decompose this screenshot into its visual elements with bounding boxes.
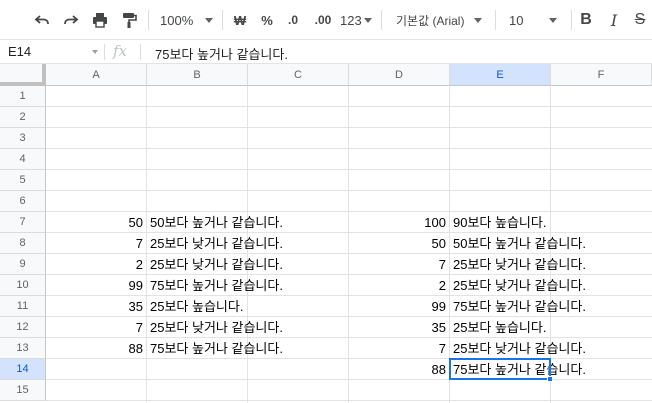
toolbar-divider (495, 10, 496, 30)
chevron-down-icon[interactable] (92, 50, 98, 54)
cell-text[interactable]: 25보다 낮거나 같습니다. (147, 233, 283, 254)
strikethrough-button[interactable]: S (632, 8, 648, 32)
cell-text[interactable]: 75보다 높거나 같습니다. (450, 296, 586, 317)
row-header[interactable]: 6 (0, 191, 46, 212)
row-header[interactable]: 9 (0, 254, 46, 275)
toolbar-divider (222, 10, 223, 30)
currency-format-button[interactable]: ₩ (231, 8, 249, 32)
grid-line (46, 169, 652, 170)
cell-text[interactable]: 25보다 낮거나 같습니다. (450, 254, 586, 275)
increase-decimal-button[interactable]: .00 (311, 8, 335, 32)
row-header[interactable]: 8 (0, 233, 46, 254)
font-size-select[interactable]: 10 (509, 8, 565, 32)
formula-divider (104, 44, 105, 60)
sheet-grid[interactable]: A B C D E F 1 2 3 4 5 6 7 8 9 10 11 12 13 14 15 50 7 2 99 35 7 88 50… (0, 64, 652, 403)
column-header-a[interactable]: A (46, 64, 147, 86)
toolbar-divider (148, 10, 149, 30)
undo-icon[interactable] (30, 8, 54, 32)
cell-value[interactable]: 7 (46, 317, 146, 338)
select-all-corner[interactable] (0, 64, 46, 86)
row-header[interactable]: 14 (0, 359, 46, 380)
formula-bar: E14 fx 75보다 높거나 같습니다. (0, 40, 652, 64)
selected-cell-outline (449, 358, 551, 380)
cell-value[interactable]: 99 (46, 275, 146, 296)
row-header[interactable]: 13 (0, 338, 46, 359)
print-icon[interactable] (88, 8, 112, 32)
zoom-value: 100% (160, 12, 194, 28)
cell-text[interactable]: 25보다 높습니다. (450, 317, 546, 338)
cell-value[interactable]: 35 (349, 317, 449, 338)
grid-line (46, 400, 652, 401)
row-header[interactable]: 15 (0, 380, 46, 401)
cell-text[interactable]: 90보다 높습니다. (450, 212, 546, 233)
cell-text[interactable]: 25보다 낮거나 같습니다. (147, 254, 283, 275)
cell-text[interactable]: 75보다 높거나 같습니다. (147, 275, 283, 296)
cell-text[interactable]: 25보다 낮거나 같습니다. (450, 275, 586, 296)
cell-value[interactable]: 50 (349, 233, 449, 254)
grid-line (46, 106, 652, 107)
name-box-value: E14 (8, 44, 32, 59)
cell-value[interactable]: 100 (349, 212, 449, 233)
column-header-e[interactable]: E (450, 64, 551, 86)
cell-text[interactable]: 50보다 높거나 같습니다. (450, 233, 586, 254)
toolbar-divider (571, 10, 572, 30)
row-header[interactable]: 11 (0, 296, 46, 317)
grid-line (46, 190, 652, 191)
decrease-decimal-button[interactable]: .0 (283, 8, 303, 32)
cell-value[interactable]: 50 (46, 212, 146, 233)
cell-text[interactable]: 25보다 높습니다. (147, 296, 243, 317)
column-header-b[interactable]: B (147, 64, 248, 86)
formula-input[interactable]: 75보다 높거나 같습니다. (155, 44, 288, 63)
cell-text[interactable]: 75보다 높거나 같습니다. (147, 338, 283, 359)
cell-text[interactable]: 25보다 낮거나 같습니다. (450, 338, 586, 359)
row-header[interactable]: 4 (0, 149, 46, 170)
column-header-d[interactable]: D (349, 64, 450, 86)
row-header[interactable]: 1 (0, 86, 46, 107)
cell-value[interactable]: 7 (349, 254, 449, 275)
fill-handle[interactable] (547, 376, 553, 382)
cell-value[interactable]: 7 (46, 233, 146, 254)
cell-value[interactable]: 2 (349, 275, 449, 296)
bold-button[interactable]: B (578, 8, 594, 32)
more-formats-select[interactable]: 123 (340, 8, 374, 32)
italic-button[interactable]: I (606, 8, 622, 32)
fx-icon: fx (113, 42, 128, 60)
column-header-c[interactable]: C (248, 64, 349, 86)
font-family-select[interactable]: 기본값 (Arial) (396, 8, 488, 32)
cell-value[interactable]: 35 (46, 296, 146, 317)
font-size-value: 10 (509, 12, 524, 28)
cell-text[interactable]: 25보다 낮거나 같습니다. (147, 317, 283, 338)
row-header[interactable]: 7 (0, 212, 46, 233)
row-header[interactable]: 12 (0, 317, 46, 338)
paint-format-icon[interactable] (117, 8, 141, 32)
redo-icon[interactable] (59, 8, 83, 32)
row-header[interactable]: 10 (0, 275, 46, 296)
grid-line (46, 148, 652, 149)
column-header-f[interactable]: F (551, 64, 652, 86)
font-family-value: 기본값 (Arial) (396, 13, 465, 28)
toolbar-divider (381, 10, 382, 30)
zoom-select[interactable]: 100% (160, 8, 216, 32)
name-box[interactable]: E14 (0, 40, 104, 64)
row-header[interactable]: 5 (0, 170, 46, 191)
row-header[interactable]: 3 (0, 128, 46, 149)
cell-value[interactable]: 88 (46, 338, 146, 359)
cell-value[interactable]: 7 (349, 338, 449, 359)
grid-line (46, 127, 652, 128)
cell-value[interactable]: 99 (349, 296, 449, 317)
more-formats-label: 123 (340, 12, 362, 28)
percent-format-button[interactable]: % (258, 8, 276, 32)
cell-text[interactable]: 50보다 높거나 같습니다. (147, 212, 283, 233)
cell-value[interactable]: 88 (349, 359, 449, 380)
formula-divider (140, 44, 141, 60)
row-header[interactable]: 2 (0, 107, 46, 128)
cell-value[interactable]: 2 (46, 254, 146, 275)
toolbar: 100% ₩ % .0 .00 123 기본값 (Arial) 10 B I S (0, 0, 652, 40)
